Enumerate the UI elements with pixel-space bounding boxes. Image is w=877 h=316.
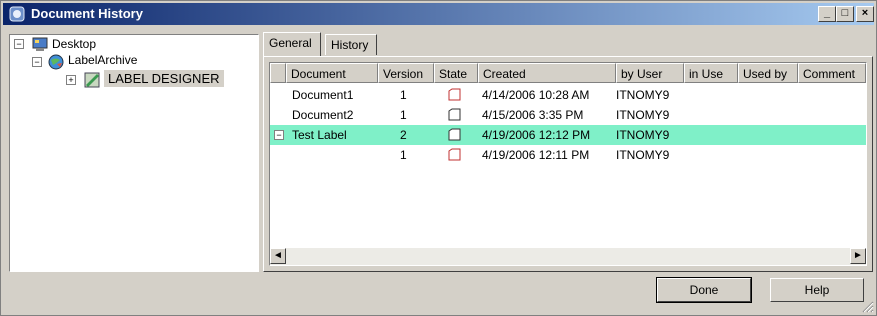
document-cell: Document2 [292,105,353,125]
window-title: Document History [31,6,143,21]
expand-toggle[interactable]: + [66,75,76,85]
document-cell: Test Label [292,125,347,145]
document-state-icon [448,108,461,121]
by-user-cell: ITNOMY9 [616,145,669,165]
column-header-state[interactable]: State [434,63,478,83]
close-button[interactable]: × [856,6,874,22]
created-cell: 4/19/2006 12:11 PM [482,145,589,165]
table-row[interactable]: 1 4/19/2006 12:11 PM ITNOMY9 [270,145,866,165]
column-header-created[interactable]: Created [478,63,616,83]
resize-grip-icon[interactable] [860,299,874,313]
tree-node-label: Desktop [52,37,96,51]
column-header-in-use[interactable]: in Use [684,63,738,83]
app-icon [9,6,25,22]
collapse-toggle[interactable]: − [274,130,284,140]
version-cell: 1 [400,105,407,125]
document-list[interactable]: Document Version State Created by User i… [269,62,867,266]
collapse-toggle[interactable]: − [14,39,24,49]
document-state-icon [448,88,461,101]
column-header-blank [270,63,286,83]
tree-node-label: LabelArchive [68,53,137,67]
tree-node-desktop[interactable]: − Desktop [10,35,258,53]
folder-tree[interactable]: − Desktop − LabelArchive + LABEL DES [9,34,259,272]
help-button[interactable]: Help [770,278,864,302]
horizontal-scrollbar[interactable]: ◄ ► [270,248,866,265]
by-user-cell: ITNOMY9 [616,85,669,105]
document-state-icon [448,148,461,161]
document-history-window: Document History _ □ × − Desktop − Label… [0,0,877,316]
document-cell: Document1 [292,85,353,105]
column-header-used-by[interactable]: Used by [738,63,798,83]
version-cell: 2 [400,125,407,145]
table-row[interactable]: Document2 1 4/15/2006 3:35 PM ITNOMY9 [270,105,866,125]
tree-node-labelarchive[interactable]: − LabelArchive [10,53,258,71]
scroll-right-button[interactable]: ► [850,248,866,264]
column-header-comment[interactable]: Comment [798,63,866,83]
document-state-icon [448,128,461,141]
by-user-cell: ITNOMY9 [616,125,669,145]
table-row[interactable]: Document1 1 4/14/2006 10:28 AM ITNOMY9 [270,85,866,105]
tab-history[interactable]: History [325,34,377,55]
by-user-cell: ITNOMY9 [616,105,669,125]
created-cell: 4/19/2006 12:12 PM [482,125,590,145]
scroll-left-button[interactable]: ◄ [270,248,286,264]
minimize-button[interactable]: _ [818,6,836,22]
version-cell: 1 [400,85,407,105]
table-row-selected[interactable]: − Test Label 2 4/19/2006 12:12 PM ITNOMY… [270,125,866,145]
tree-node-label: LABEL DESIGNER [104,70,224,87]
collapse-toggle[interactable]: − [32,57,42,67]
created-cell: 4/14/2006 10:28 AM [482,85,589,105]
tab-general[interactable]: General [263,32,321,56]
desktop-icon [32,36,48,52]
done-button[interactable]: Done [657,278,751,302]
column-header-by-user[interactable]: by User [616,63,684,83]
title-bar[interactable]: Document History _ □ × [3,3,874,25]
label-designer-icon [84,72,100,88]
created-cell: 4/15/2006 3:35 PM [482,105,583,125]
version-cell: 1 [400,145,407,165]
tree-node-label-designer[interactable]: + LABEL DESIGNER [10,71,258,89]
column-header-document[interactable]: Document [286,63,378,83]
maximize-button[interactable]: □ [836,6,854,22]
column-header-version[interactable]: Version [378,63,434,83]
globe-icon [48,54,64,70]
